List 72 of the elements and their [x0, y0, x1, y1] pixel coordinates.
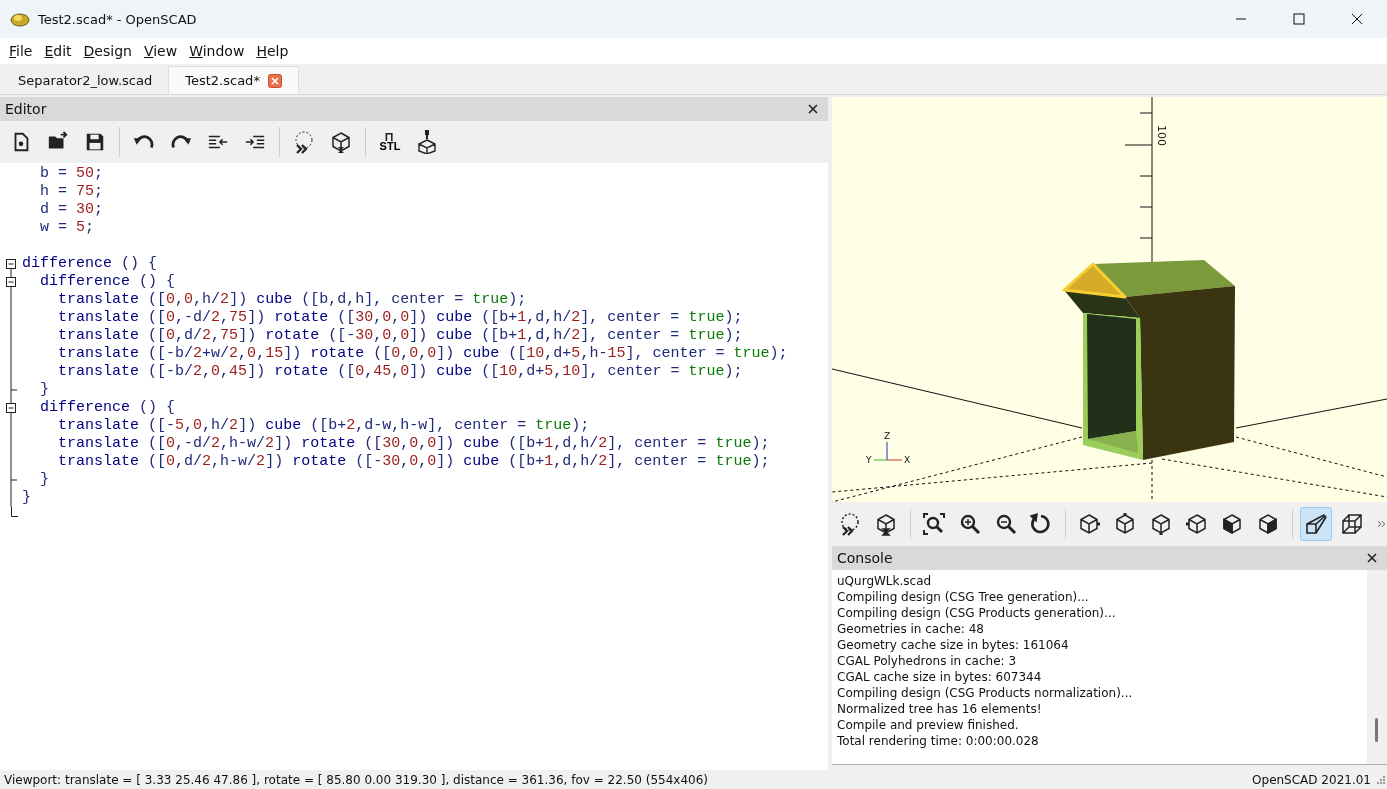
axis-label: X	[904, 455, 911, 465]
console-line: Geometry cache size in bytes: 161064	[837, 637, 1070, 653]
console-line: Compiling design (CSG Products normalization)...	[837, 685, 1134, 701]
code-line: }	[39, 471, 49, 489]
panel-title: Editor	[5, 101, 47, 117]
code-line: }	[22, 489, 31, 507]
code-line: translate ([0,-d/2,h-w/2]) rotate ([30,0,0]) cube ([b+1,d,h/2], center = true);	[57, 435, 770, 453]
preview-icon	[292, 130, 316, 154]
console-line: uQurgWLk.scad	[837, 573, 933, 589]
file-tab[interactable]: Separator2_low.scad	[2, 66, 169, 94]
close-icon[interactable]	[1351, 13, 1363, 25]
3d-viewport[interactable]: 100 Z Y X	[832, 97, 1387, 502]
orthogonal-icon	[1339, 512, 1364, 536]
perspective-button[interactable]	[1299, 507, 1333, 541]
code-line: w = 5;	[39, 219, 95, 237]
fold-toggle-icon[interactable]	[5, 399, 17, 417]
menu-item[interactable]: File	[4, 41, 38, 61]
scrollbar[interactable]	[1367, 570, 1387, 764]
maximize-icon[interactable]	[1293, 13, 1305, 25]
menu-item[interactable]: Help	[251, 41, 294, 61]
code-line: h = 75;	[39, 183, 104, 201]
render-icon	[329, 130, 353, 154]
fold-end-marker	[10, 507, 18, 517]
resize-grip-icon[interactable]	[1377, 775, 1385, 784]
console-line: Compiling design (CSG Products generation)...	[837, 605, 1117, 621]
zoom-to-fit-icon	[922, 512, 946, 536]
app-logo-icon	[10, 11, 30, 27]
window-title: Test2.scad* - OpenSCAD	[38, 11, 197, 27]
close-tab-icon[interactable]	[267, 73, 282, 88]
cube-right-view-icon	[1077, 512, 1102, 536]
console-line: CGAL Polyhedrons in cache: 3	[837, 653, 1018, 669]
console-line: Normalized tree has 16 elements!	[837, 701, 1043, 717]
code-line: translate ([-5,0,h/2]) cube ([b+2,d-w,h-w], center = true);	[57, 417, 590, 435]
code-editor[interactable]	[0, 163, 828, 770]
code-line: difference () {	[39, 273, 176, 291]
code-line: translate ([0,d/2,h-w/2]) rotate ([-30,0,0]) cube ([b+1,d,h/2], center = true);	[57, 453, 770, 471]
code-line: translate ([0,0,h/2]) cube ([b,d,h], center = true);	[57, 291, 527, 309]
console-line: CGAL cache size in bytes: 607344	[837, 669, 1043, 685]
axis-tick-label: 100	[1155, 125, 1168, 146]
save-icon	[84, 131, 106, 153]
code-line: translate ([-b/2,0,45]) rotate ([0,45,0]) cube ([10,d+5,10], center = true);	[57, 363, 743, 381]
code-line: translate ([-b/2+w/2,0,15]) rotate ([0,0,0]) cube ([10,d+5,h-15], center = true);	[57, 345, 788, 363]
code-line: }	[39, 381, 49, 399]
axis-gizmo-icon	[873, 441, 903, 461]
code-line: translate ([0,-d/2,75]) rotate ([30,0,0]) cube ([b+1,d,h/2], center = true);	[57, 309, 743, 327]
console-line: Compile and preview finished.	[837, 717, 1020, 733]
code-line: difference () {	[39, 399, 176, 417]
code-line: b = 50;	[39, 165, 104, 183]
panel-title: Console	[837, 550, 893, 566]
code-line: translate ([0,d/2,75]) rotate ([-30,0,0]) cube ([b+1,d,h/2], center = true);	[57, 327, 743, 345]
fold-toggle-icon[interactable]	[5, 273, 17, 291]
printer-nozzle-cube-icon	[415, 130, 439, 154]
file-tab[interactable]: Test2.scad*	[168, 66, 299, 94]
chevron-icon[interactable]	[1377, 519, 1387, 529]
console-line: Geometries in cache: 48	[837, 621, 985, 637]
export-stl-button[interactable]: STL	[373, 125, 407, 159]
version-label: OpenSCAD 2021.01	[1252, 772, 1371, 787]
menu-item[interactable]: View	[138, 41, 183, 61]
close-icon[interactable]	[1367, 553, 1377, 563]
close-icon[interactable]	[808, 104, 818, 114]
menu-item[interactable]: Design	[78, 41, 137, 61]
console-line: Compiling design (CSG Tree generation)...	[837, 589, 1090, 605]
menu-item[interactable]: Edit	[39, 41, 77, 61]
axis-label: Z	[884, 431, 891, 441]
console-line: Total rendering time: 0:00:00.028	[837, 733, 1040, 749]
viewport-status: Viewport: translate = [ 3.33 25.46 47.86 ], rotate = [ 85.80 0.00 319.30 ], distance = 361.36, fov = 22.50 (554x406)	[4, 772, 708, 787]
code-line: d = 30;	[39, 201, 104, 219]
axis-label: Y	[866, 455, 872, 465]
cube-left-view-icon	[1184, 512, 1209, 536]
code-line: difference () {	[22, 255, 158, 273]
menu-item[interactable]: Window	[184, 41, 250, 61]
perspective-icon	[1304, 512, 1329, 536]
